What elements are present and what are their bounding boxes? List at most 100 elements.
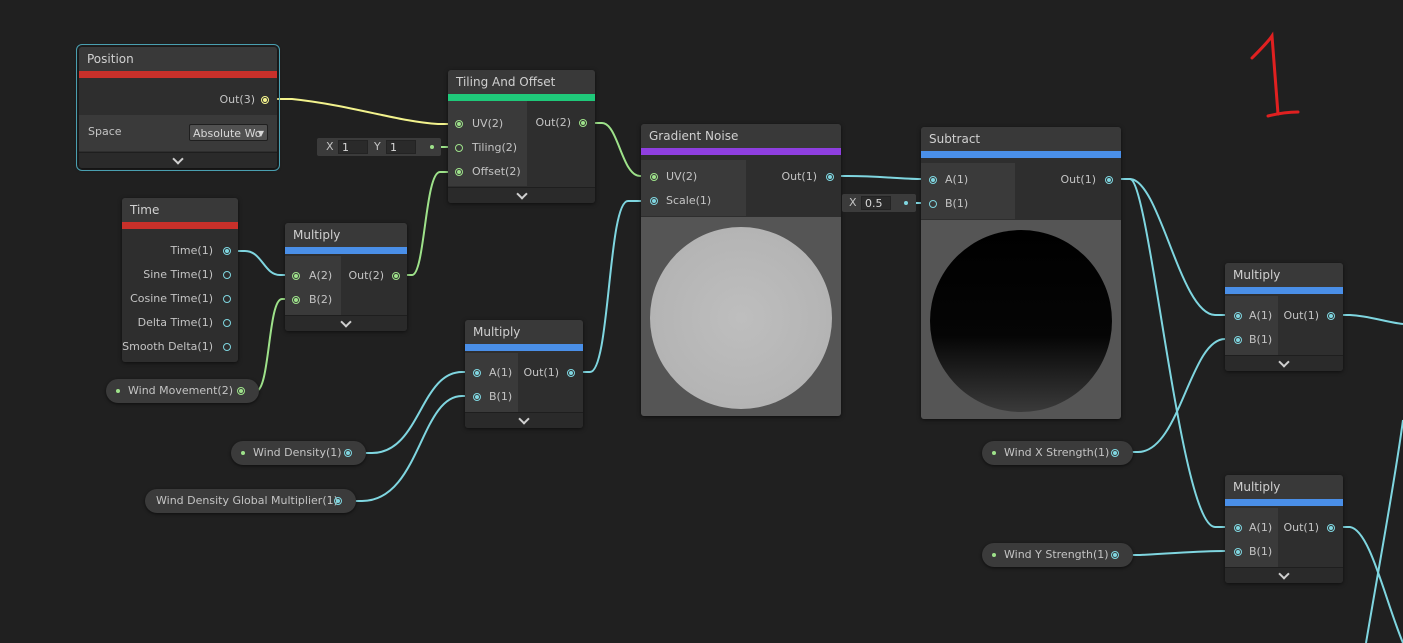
port-label: Out(3) (219, 93, 255, 106)
node-title: Multiply (285, 223, 407, 247)
input-row: Tiling(2) (455, 140, 517, 156)
space-row: Space Absolute Wo ▼ (79, 115, 277, 151)
node-title: Tiling And Offset (448, 70, 595, 94)
collapse-toggle[interactable] (1225, 355, 1343, 371)
input-port[interactable] (292, 272, 300, 280)
node-color-bar (448, 94, 595, 101)
gradient-noise-preview (641, 217, 841, 416)
wind-density-global-multiplier-property[interactable]: Wind Density Global Multiplier(1) (145, 489, 356, 513)
node-color-bar (285, 247, 407, 254)
output-port[interactable] (261, 96, 269, 104)
caret-down-icon: ▼ (257, 129, 264, 138)
wire-offscreen-up (1365, 419, 1403, 643)
tiling-and-offset-node[interactable]: Tiling And Offset UV(2) Tiling(2) Offset… (448, 70, 595, 203)
field-port-dot (904, 201, 908, 205)
input-port[interactable] (650, 173, 658, 181)
input-row: B(2) (292, 292, 332, 308)
property-label: Wind Y Strength(1) (1004, 548, 1109, 561)
multiply-node-1[interactable]: Multiply A(2) B(2) Out(2) (285, 223, 407, 331)
output-port[interactable] (567, 369, 575, 377)
output-row: Out(2) (535, 115, 587, 131)
node-color-bar (921, 151, 1121, 158)
node-color-bar (1225, 499, 1343, 506)
input-port[interactable] (1234, 524, 1242, 532)
multiply-node-3[interactable]: Multiply A(1) B(1) Out(1) (1225, 263, 1343, 371)
input-row: B(1) (473, 389, 512, 405)
wire-position-to-tiling-uv (266, 98, 458, 125)
time-node[interactable]: Time Time(1) Sine Time(1) Cosine Time(1)… (122, 198, 238, 362)
property-label: Wind X Strength(1) (1004, 446, 1110, 459)
output-port[interactable] (223, 319, 231, 327)
collapse-toggle[interactable] (1225, 567, 1343, 583)
input-port[interactable] (929, 176, 937, 184)
collapse-toggle[interactable] (448, 187, 595, 203)
property-dot (992, 553, 996, 557)
wire-subtract-to-multiply3-a (1109, 178, 1237, 316)
input-row: A(1) (929, 172, 968, 188)
subtract-b-input[interactable]: 0.5 (861, 196, 891, 210)
output-port[interactable] (1105, 176, 1113, 184)
input-port[interactable] (929, 200, 937, 208)
multiply-node-2[interactable]: Multiply A(1) B(1) Out(1) (465, 320, 583, 428)
gradient-noise-node[interactable]: Gradient Noise UV(2) Scale(1) Out(1) (641, 124, 841, 416)
output-port[interactable] (344, 449, 352, 457)
input-port[interactable] (1234, 548, 1242, 556)
input-port[interactable] (455, 168, 463, 176)
node-title: Gradient Noise (641, 124, 841, 148)
output-port[interactable] (223, 271, 231, 279)
tiling-vector-field: X 1 Y 1 (317, 138, 441, 156)
wind-density-property[interactable]: Wind Density(1) (231, 441, 366, 465)
tiling-y-input[interactable]: 1 (386, 140, 416, 154)
multiply-node-4[interactable]: Multiply A(1) B(1) Out(1) (1225, 475, 1343, 583)
output-port[interactable] (334, 497, 342, 505)
output-port[interactable] (1111, 551, 1119, 559)
tiling-x-input[interactable]: 1 (338, 140, 368, 154)
input-port[interactable] (650, 197, 658, 205)
space-dropdown[interactable]: Absolute Wo ▼ (189, 124, 268, 141)
subtract-b-field: X 0.5 (842, 194, 916, 212)
collapse-toggle[interactable] (465, 412, 583, 428)
input-port[interactable] (292, 296, 300, 304)
position-node[interactable]: Position Out(3) Space Absolute Wo ▼ (76, 44, 280, 171)
input-port[interactable] (473, 393, 481, 401)
node-title: Subtract (921, 127, 1121, 151)
subtract-node[interactable]: Subtract A(1) B(1) Out(1) (921, 127, 1121, 419)
output-row: Time(1) (170, 243, 231, 259)
node-color-bar (79, 71, 277, 78)
input-port[interactable] (1234, 312, 1242, 320)
output-port[interactable] (826, 173, 834, 181)
collapse-toggle[interactable] (79, 152, 277, 168)
node-color-bar (1225, 287, 1343, 294)
output-port[interactable] (237, 387, 245, 395)
input-port[interactable] (473, 369, 481, 377)
input-row: A(1) (1234, 520, 1272, 536)
output-row: Out(1) (781, 169, 834, 185)
output-port[interactable] (1111, 449, 1119, 457)
chevron-down-icon (1278, 356, 1290, 368)
output-port[interactable] (392, 272, 400, 280)
output-port[interactable] (223, 295, 231, 303)
input-port[interactable] (455, 120, 463, 128)
wind-movement-property[interactable]: Wind Movement(2) (106, 379, 259, 403)
collapse-toggle[interactable] (285, 315, 407, 331)
outputs-column (527, 101, 595, 186)
wire-multiply2-to-gradient-scale (571, 200, 652, 373)
node-title: Multiply (465, 320, 583, 344)
chevron-down-icon (1278, 568, 1290, 580)
input-row: UV(2) (455, 116, 503, 132)
wind-y-strength-property[interactable]: Wind Y Strength(1) (982, 543, 1133, 567)
input-port[interactable] (455, 144, 463, 152)
output-port[interactable] (1327, 312, 1335, 320)
output-port[interactable] (579, 119, 587, 127)
wind-x-strength-property[interactable]: Wind X Strength(1) (982, 441, 1133, 465)
output-port[interactable] (1327, 524, 1335, 532)
field-port-dot (430, 145, 434, 149)
chevron-down-icon (340, 316, 352, 328)
input-row: A(2) (292, 268, 332, 284)
input-row: A(1) (1234, 308, 1272, 324)
output-row: Out(2) (348, 268, 400, 284)
output-port[interactable] (223, 247, 231, 255)
node-title: Multiply (1225, 263, 1343, 287)
input-port[interactable] (1234, 336, 1242, 344)
output-port[interactable] (223, 343, 231, 351)
